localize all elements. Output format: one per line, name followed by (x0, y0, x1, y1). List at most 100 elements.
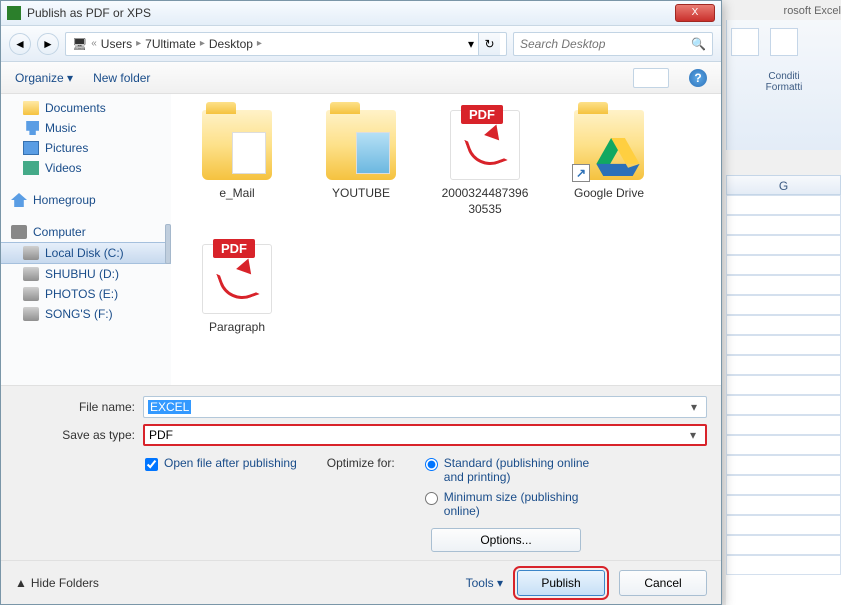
nav-sidebar: Documents Music Pictures Videos Homegrou… (1, 94, 171, 385)
cell[interactable] (726, 235, 841, 255)
close-button[interactable]: X (675, 4, 715, 22)
file-paragraph[interactable]: PDF Paragraph (177, 238, 297, 368)
radio-input[interactable] (425, 458, 438, 471)
cell[interactable] (726, 495, 841, 515)
cell[interactable] (726, 455, 841, 475)
cell[interactable] (726, 355, 841, 375)
ribbon-icon (770, 28, 798, 56)
file-label: YOUTUBE (301, 186, 421, 202)
file-e-mail[interactable]: e_Mail (177, 104, 297, 234)
sidebar-item-music[interactable]: Music (1, 118, 171, 138)
sidebar-item-pictures[interactable]: Pictures (1, 138, 171, 158)
refresh-button[interactable]: ↻ (478, 33, 500, 55)
cell[interactable] (726, 415, 841, 435)
label: Computer (33, 225, 86, 239)
label: Pictures (45, 141, 88, 155)
crumb-desktop[interactable]: Desktop (209, 37, 253, 51)
radio-label: Standard (publishing online and printing… (444, 456, 605, 484)
hide-folders-label: Hide Folders (31, 576, 99, 590)
chevron-right-icon: ▸ (257, 38, 262, 49)
file-label: 2000324487396 30535 (425, 186, 545, 217)
cell[interactable] (726, 555, 841, 575)
cancel-button[interactable]: Cancel (619, 570, 707, 596)
cell[interactable] (726, 275, 841, 295)
back-button[interactable]: ◄ (9, 33, 31, 55)
cell[interactable] (726, 535, 841, 555)
tools-button[interactable]: Tools ▾ (466, 576, 503, 590)
help-button[interactable]: ? (689, 69, 707, 87)
titlebar[interactable]: Publish as PDF or XPS X (1, 1, 721, 26)
sidebar-item-computer[interactable]: Computer (1, 222, 171, 242)
scrollbar-thumb[interactable] (165, 224, 171, 264)
file-label: Google Drive (549, 186, 669, 202)
cell[interactable] (726, 375, 841, 395)
computer-icon[interactable]: 🖥 (72, 37, 87, 51)
new-folder-button[interactable]: New folder (93, 71, 150, 85)
sidebar-item-songs-f[interactable]: SONG'S (F:) (1, 304, 171, 324)
hide-folders-button[interactable]: ▲ Hide Folders (15, 576, 99, 590)
checkbox-input[interactable] (145, 458, 158, 471)
cell[interactable] (726, 335, 841, 355)
dropdown-icon[interactable]: ▾ (686, 400, 702, 414)
cell[interactable] (726, 515, 841, 535)
savetype-value: PDF (149, 428, 685, 442)
dialog-title: Publish as PDF or XPS (27, 6, 675, 20)
disk-icon (23, 267, 39, 281)
breadcrumb-sep: « (91, 38, 97, 49)
publish-button[interactable]: Publish (517, 570, 605, 596)
crumb-users[interactable]: Users (101, 37, 132, 51)
file-youtube[interactable]: YOUTUBE (301, 104, 421, 234)
forward-button[interactable]: ► (37, 33, 59, 55)
folder-icon (202, 110, 272, 180)
cell[interactable] (726, 215, 841, 235)
checkbox-label: Open file after publishing (164, 456, 297, 470)
optimize-minimum-radio[interactable]: Minimum size (publishing online) (425, 490, 605, 518)
search-box[interactable]: 🔍 (513, 32, 713, 56)
cell[interactable] (726, 435, 841, 455)
savetype-select[interactable]: PDF ▾ (143, 424, 707, 446)
cell[interactable] (726, 295, 841, 315)
pictures-icon (23, 141, 39, 155)
breadcrumb-dropdown[interactable]: ▾ (468, 37, 474, 51)
options-area: Open file after publishing Optimize for:… (1, 452, 721, 518)
open-after-checkbox[interactable]: Open file after publishing (145, 456, 297, 471)
sidebar-item-videos[interactable]: Videos (1, 158, 171, 178)
sidebar-item-homegroup[interactable]: Homegroup (1, 190, 171, 210)
crumb-7ultimate[interactable]: 7Ultimate (145, 37, 196, 51)
label: Videos (45, 161, 81, 175)
excel-ribbon: Conditi Formatti (726, 20, 841, 150)
organize-button[interactable]: Organize ▾ (15, 71, 73, 85)
cell[interactable] (726, 315, 841, 335)
chevron-right-icon: ▸ (200, 38, 205, 49)
breadcrumb[interactable]: 🖥 « Users ▸ 7Ultimate ▸ Desktop ▸ ▾ ↻ (65, 32, 507, 56)
dialog-footer: ▲ Hide Folders Tools ▾ Publish Cancel (1, 560, 721, 604)
search-icon[interactable]: 🔍 (691, 37, 706, 51)
file-pdf-number[interactable]: PDF 2000324487396 30535 (425, 104, 545, 234)
pdf-icon: PDF (202, 244, 272, 314)
cell[interactable] (726, 395, 841, 415)
sidebar-item-local-disk-c[interactable]: Local Disk (C:) (1, 242, 171, 264)
sidebar-item-shubhu-d[interactable]: SHUBHU (D:) (1, 264, 171, 284)
sidebar-item-photos-e[interactable]: PHOTOS (E:) (1, 284, 171, 304)
cell[interactable] (726, 195, 841, 215)
filename-value[interactable]: EXCEL (148, 400, 191, 414)
file-google-drive[interactable]: ↗ Google Drive (549, 104, 669, 234)
column-header-g[interactable]: G (726, 175, 841, 195)
filename-input[interactable]: EXCEL ▾ (143, 396, 707, 418)
publish-dialog: Publish as PDF or XPS X ◄ ► 🖥 « Users ▸ … (0, 0, 722, 605)
toolbar: Organize ▾ New folder ? (1, 62, 721, 94)
optimize-standard-radio[interactable]: Standard (publishing online and printing… (425, 456, 605, 484)
options-button[interactable]: Options... (431, 528, 581, 552)
disk-icon (23, 307, 39, 321)
search-input[interactable] (520, 37, 691, 51)
cell[interactable] (726, 475, 841, 495)
shortcut-icon: ↗ (572, 164, 590, 182)
dropdown-icon[interactable]: ▾ (685, 428, 701, 442)
file-pane[interactable]: e_Mail YOUTUBE PDF 2000324487396 30535 ↗… (171, 94, 721, 385)
google-drive-icon (596, 138, 640, 176)
view-button[interactable] (633, 68, 669, 88)
radio-input[interactable] (425, 492, 438, 505)
sidebar-item-documents[interactable]: Documents (1, 98, 171, 118)
label: Documents (45, 101, 106, 115)
cell[interactable] (726, 255, 841, 275)
